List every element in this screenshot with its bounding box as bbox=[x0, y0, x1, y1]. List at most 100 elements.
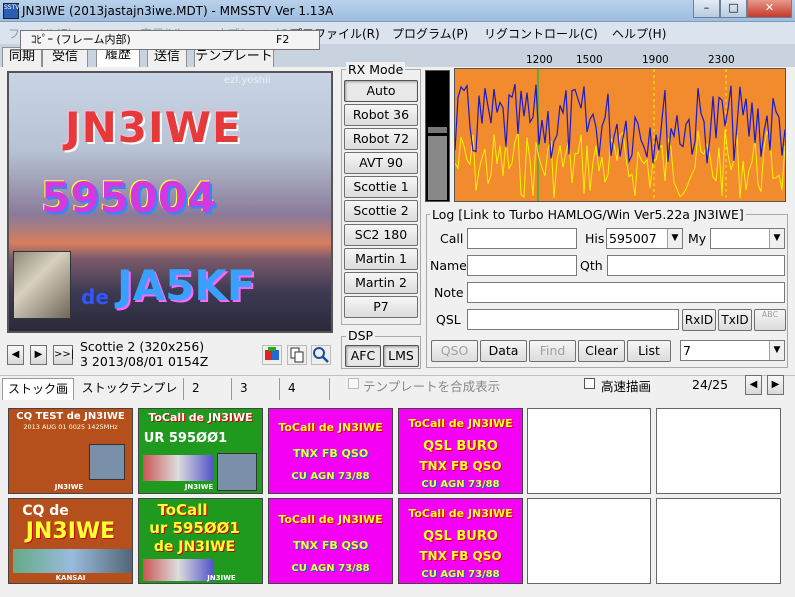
list-select[interactable]: 7 ▼ bbox=[680, 340, 785, 361]
abc-button[interactable]: ABC bbox=[754, 309, 786, 331]
rx-mode-avt-90-button[interactable]: AVT 90 bbox=[344, 152, 418, 174]
log-title: Log [Link to Turbo HAMLOG/Win Ver5.22a J… bbox=[430, 207, 746, 222]
note-field[interactable] bbox=[467, 282, 785, 303]
qth-field[interactable] bbox=[607, 255, 785, 276]
stock-thumb-12-empty[interactable] bbox=[656, 498, 781, 584]
copy-button[interactable] bbox=[287, 345, 307, 365]
stock-thumb-5-empty[interactable] bbox=[527, 408, 651, 494]
thumb-4-line-3: TNX FB QSO bbox=[419, 459, 502, 473]
thumb-10-line-4: CU AGN 73/88 bbox=[421, 569, 500, 580]
thumb-4-line-4: CU AGN 73/88 bbox=[421, 479, 500, 490]
my-label: My bbox=[688, 231, 707, 246]
thumb-2-banner bbox=[143, 455, 213, 481]
stock-prev-button[interactable]: ◀ bbox=[745, 375, 762, 395]
zoom-button[interactable] bbox=[311, 345, 331, 365]
stock-thumb-8[interactable]: ToCall ur 595ØØ1 de JN3IWE JN3IWE bbox=[138, 498, 263, 584]
title-bar: SSTV JN3IWE (2013jastajn3iwe.MDT) - MMSS… bbox=[0, 0, 795, 22]
rx-mode-sc2-180-button[interactable]: SC2 180 bbox=[344, 224, 418, 246]
qso-button[interactable]: QSO bbox=[431, 340, 478, 362]
his-rst-select[interactable]: 595007 ▼ bbox=[606, 228, 683, 249]
afc-button[interactable]: AFC bbox=[345, 345, 381, 367]
received-image[interactable]: ezl.yoshii JN3IWE 595004 de JA5KF bbox=[7, 71, 333, 333]
prev-image-button[interactable]: ◀ bbox=[7, 345, 24, 365]
thumb-1-line-1: CQ TEST de JN3IWE bbox=[16, 411, 125, 422]
tooltip-text: ｺﾋﾟｰ (フレーム内部) bbox=[31, 33, 131, 46]
lms-button[interactable]: LMS bbox=[383, 345, 419, 367]
stock-tab-3[interactable]: 3 bbox=[234, 378, 280, 400]
stock-thumb-3[interactable]: ToCall de JN3IWE TNX FB QSO CU AGN 73/88 bbox=[268, 408, 393, 494]
tab-receive[interactable]: 受信 bbox=[42, 47, 88, 67]
color-adjust-button[interactable] bbox=[262, 345, 282, 365]
thumb-2-line-2: UR 595ØØ1 bbox=[143, 431, 228, 446]
rx-mode-auto-button[interactable]: Auto bbox=[344, 80, 418, 102]
tab-send[interactable]: 送信 bbox=[147, 47, 187, 67]
data-button[interactable]: Data bbox=[480, 340, 527, 362]
thumb-8-line-4: JN3IWE bbox=[207, 574, 236, 582]
his-rst-value: 595007 bbox=[609, 231, 657, 246]
name-field[interactable] bbox=[467, 255, 577, 276]
minimize-button[interactable]: – bbox=[693, 0, 720, 18]
stock-thumb-6-empty[interactable] bbox=[656, 408, 781, 494]
template-compose-checkbox[interactable] bbox=[348, 378, 359, 389]
thumb-9-line-3: CU AGN 73/88 bbox=[291, 563, 370, 574]
rx-mode-martin-2-button[interactable]: Martin 2 bbox=[344, 272, 418, 294]
qth-label: Qth bbox=[580, 258, 603, 273]
his-dropdown-arrow-icon[interactable]: ▼ bbox=[667, 229, 682, 248]
stock-tab-4[interactable]: 4 bbox=[282, 378, 330, 400]
stock-thumb-7[interactable]: CQ de JN3IWE KANSAI bbox=[8, 498, 133, 584]
thumb-7-line-2: JN3IWE bbox=[25, 519, 116, 544]
my-dropdown-arrow-icon[interactable]: ▼ bbox=[769, 229, 784, 248]
last-image-button[interactable]: >>| bbox=[53, 345, 74, 365]
stock-thumb-4[interactable]: ToCall de JN3IWE QSL BURO TNX FB QSO CU … bbox=[398, 408, 523, 494]
next-image-button[interactable]: ▶ bbox=[30, 345, 47, 365]
thumb-8-line-2: ur 595ØØ1 bbox=[149, 519, 240, 537]
color-picture-icon bbox=[265, 347, 279, 360]
spectrum-display[interactable] bbox=[454, 68, 786, 202]
image-timestamp: 3 2013/08/01 0154Z bbox=[80, 354, 209, 369]
rx-mode-scottie-2-button[interactable]: Scottie 2 bbox=[344, 200, 418, 222]
stock-thumb-11-empty[interactable] bbox=[527, 498, 651, 584]
thumb-7-line-3: KANSAI bbox=[55, 574, 86, 582]
level-meter-bar bbox=[428, 136, 447, 200]
txid-button[interactable]: TxID bbox=[718, 309, 752, 331]
stock-thumb-1[interactable]: CQ TEST de JN3IWE 2013 AUG 01 0025 1425M… bbox=[8, 408, 133, 494]
fast-draw-checkbox[interactable] bbox=[584, 378, 595, 389]
close-button[interactable]: ✕ bbox=[747, 0, 792, 18]
stock-thumb-10[interactable]: ToCall de JN3IWE QSL BURO TNX FB QSO CU … bbox=[398, 498, 523, 584]
call-label: Call bbox=[440, 231, 464, 246]
find-button[interactable]: Find bbox=[529, 340, 576, 362]
thumb-8-line-3: de JN3IWE bbox=[153, 539, 236, 555]
list-dropdown-arrow-icon[interactable]: ▼ bbox=[769, 341, 784, 360]
stock-thumb-2[interactable]: ToCall de JN3IWE UR 595ØØ1 JN3IWE bbox=[138, 408, 263, 494]
rx-mode-robot-36-button[interactable]: Robot 36 bbox=[344, 104, 418, 126]
maximize-button[interactable]: □ bbox=[720, 0, 747, 18]
stock-count: 24/25 bbox=[692, 377, 729, 392]
qsl-field[interactable] bbox=[467, 309, 679, 330]
operator-photo bbox=[13, 251, 71, 319]
stock-thumb-9[interactable]: ToCall de JN3IWE TNX FB QSO CU AGN 73/88 bbox=[268, 498, 393, 584]
tab-sync[interactable]: 同期 bbox=[2, 47, 42, 67]
rxid-button[interactable]: RxID bbox=[682, 309, 716, 331]
fast-draw-label: 高速描画 bbox=[601, 379, 652, 394]
stock-tab-2[interactable]: 2 bbox=[186, 378, 232, 400]
rx-mode-martin-1-button[interactable]: Martin 1 bbox=[344, 248, 418, 270]
app-icon[interactable]: SSTV bbox=[3, 3, 19, 19]
tab-template[interactable]: テンプレート bbox=[194, 47, 274, 67]
thumb-1-line-2: 2013 AUG 01 0025 1425MHz bbox=[23, 423, 118, 431]
stock-tab-images[interactable]: ストック画像 bbox=[2, 378, 74, 416]
his-label: His bbox=[585, 231, 605, 246]
clear-button[interactable]: Clear bbox=[578, 340, 625, 362]
spectrum-tick-1900: 1900 bbox=[642, 54, 669, 66]
menu-program[interactable]: プログラム(P) bbox=[392, 25, 468, 42]
menu-rig-control[interactable]: リグコントロール(C) bbox=[484, 25, 598, 42]
rx-mode-robot-72-button[interactable]: Robot 72 bbox=[344, 128, 418, 150]
list-button[interactable]: List bbox=[627, 340, 671, 362]
rx-mode-scottie-1-button[interactable]: Scottie 1 bbox=[344, 176, 418, 198]
stock-next-button[interactable]: ▶ bbox=[767, 375, 784, 395]
call-field[interactable] bbox=[467, 228, 577, 249]
menu-help[interactable]: ヘルプ(H) bbox=[612, 25, 666, 42]
my-rst-select[interactable]: ▼ bbox=[710, 228, 785, 249]
rx-mode-p7-button[interactable]: P7 bbox=[344, 296, 418, 318]
stock-tab-template-1[interactable]: ストックテンプレート 1 bbox=[76, 378, 184, 415]
thumb-7-banner bbox=[13, 549, 131, 573]
